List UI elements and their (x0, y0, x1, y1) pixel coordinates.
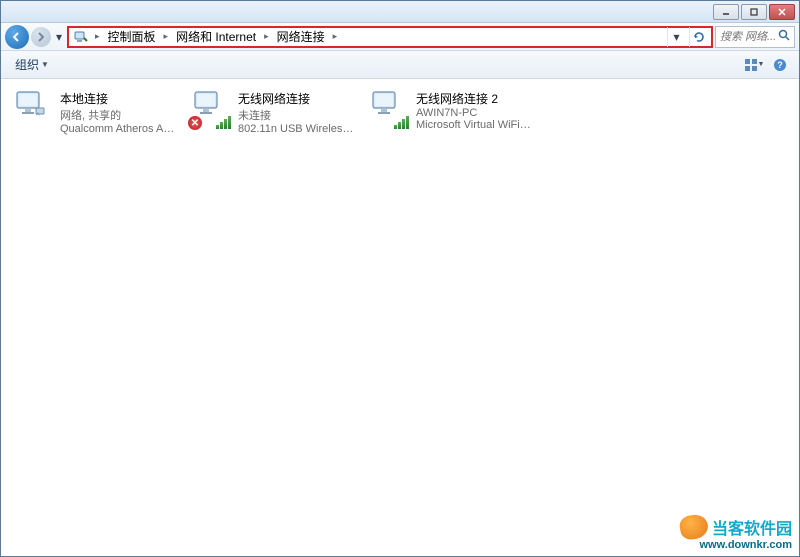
back-button[interactable] (5, 25, 29, 49)
connection-title: 无线网络连接 2 (416, 90, 532, 107)
breadcrumb-root-arrow[interactable]: ▸ (93, 31, 102, 42)
forward-button[interactable] (31, 27, 51, 47)
titlebar (1, 1, 799, 23)
help-button[interactable]: ? (769, 54, 791, 76)
connection-status: 未连接 (238, 107, 354, 123)
connection-item-local[interactable]: 本地连接 网络, 共享的 Qualcomm Atheros AR8151 P..… (11, 87, 179, 138)
chevron-down-icon: ▼ (758, 61, 765, 68)
connection-details: 本地连接 网络, 共享的 Qualcomm Atheros AR8151 P..… (60, 90, 176, 135)
titlebar-buttons (713, 4, 799, 20)
window: ▾ ▸ 控制面板 ▸ 网络和 Internet ▸ 网络连接 ▸ (0, 0, 800, 557)
connection-item-wireless-2[interactable]: 无线网络连接 2 AWIN7N-PC Microsoft Virtual WiF… (367, 87, 535, 134)
breadcrumb-label: 控制面板 (108, 28, 156, 45)
connection-details: 无线网络连接 未连接 802.11n USB Wireless LAN Card (238, 90, 354, 135)
breadcrumb-arrow[interactable]: ▸ (262, 31, 271, 42)
toolbar-left: 组织 ▼ (9, 53, 55, 76)
search-icon (778, 29, 790, 44)
search-input[interactable] (720, 31, 775, 43)
minimize-button[interactable] (713, 4, 739, 20)
signal-bars-icon (216, 116, 234, 132)
signal-bars-icon (394, 116, 412, 132)
breadcrumb-item-network-internet[interactable]: 网络和 Internet (174, 28, 258, 46)
connection-status: AWIN7N-PC (416, 107, 532, 119)
navbar: ▾ ▸ 控制面板 ▸ 网络和 Internet ▸ 网络连接 ▸ (1, 23, 799, 51)
organize-label: 组织 (15, 56, 39, 73)
history-dropdown[interactable]: ▾ (53, 25, 65, 49)
content-area: 本地连接 网络, 共享的 Qualcomm Atheros AR8151 P..… (1, 79, 799, 556)
svg-text:?: ? (777, 60, 783, 70)
connection-title: 本地连接 (60, 90, 176, 107)
address-bar[interactable]: ▸ 控制面板 ▸ 网络和 Internet ▸ 网络连接 ▸ ▾ (67, 26, 713, 48)
ethernet-icon (14, 90, 54, 130)
connection-device: Qualcomm Atheros AR8151 P... (60, 123, 176, 135)
connection-title: 无线网络连接 (238, 90, 354, 107)
wifi-disconnected-icon: ✕ (192, 90, 232, 130)
connection-details: 无线网络连接 2 AWIN7N-PC Microsoft Virtual WiF… (416, 90, 532, 131)
toolbar-right: ▼ ? (743, 54, 791, 76)
breadcrumb-arrow[interactable]: ▸ (331, 31, 340, 42)
disconnected-x-icon: ✕ (188, 116, 202, 130)
breadcrumb-item-network-connections[interactable]: 网络连接 (275, 28, 327, 46)
breadcrumb-item-control-panel[interactable]: 控制面板 (106, 28, 158, 46)
view-options-button[interactable]: ▼ (743, 54, 765, 76)
breadcrumb-label: 网络和 Internet (176, 28, 256, 45)
refresh-button[interactable] (689, 27, 707, 47)
connection-device: Microsoft Virtual WiFi Minipor... (416, 119, 532, 131)
search-box[interactable] (715, 26, 795, 48)
organize-menu[interactable]: 组织 ▼ (9, 53, 55, 76)
network-folder-icon (73, 29, 89, 45)
connection-item-wireless[interactable]: ✕ 无线网络连接 未连接 802.11n USB Wireless LAN Ca… (189, 87, 357, 138)
wifi-icon (370, 90, 410, 130)
toolbar: 组织 ▼ ▼ ? (1, 51, 799, 79)
maximize-button[interactable] (741, 4, 767, 20)
breadcrumb-arrow[interactable]: ▸ (162, 31, 171, 42)
chevron-down-icon: ▼ (41, 60, 49, 69)
connection-device: 802.11n USB Wireless LAN Card (238, 123, 354, 135)
addressbar-dropdown[interactable]: ▾ (667, 27, 685, 47)
breadcrumb-label: 网络连接 (277, 28, 325, 45)
connection-status: 网络, 共享的 (60, 107, 176, 123)
close-button[interactable] (769, 4, 795, 20)
